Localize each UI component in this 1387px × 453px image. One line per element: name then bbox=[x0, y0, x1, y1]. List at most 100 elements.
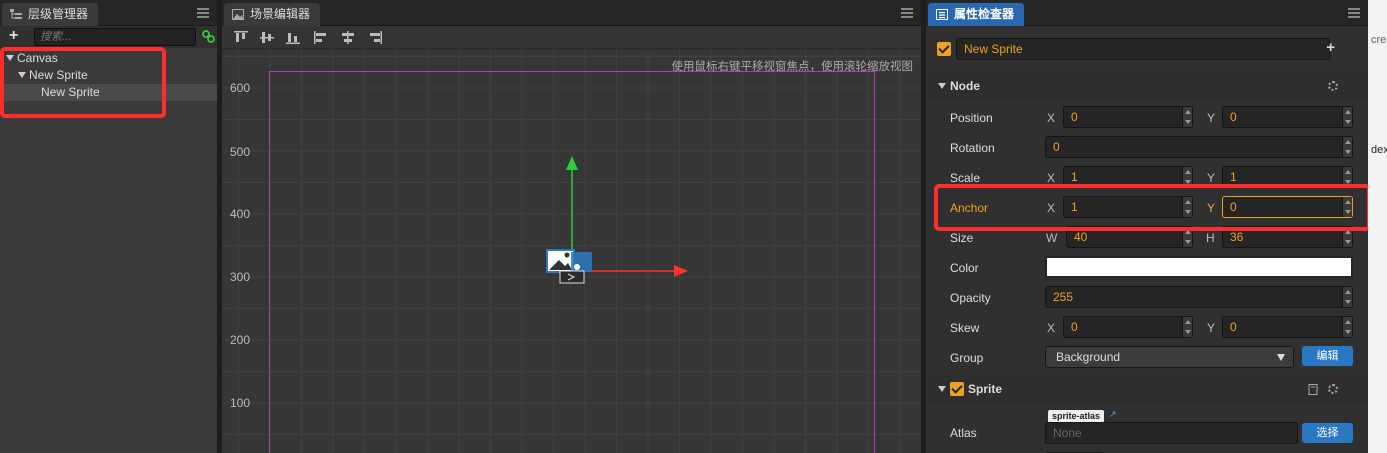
align-hcenter-icon[interactable] bbox=[341, 31, 355, 44]
position-x-value: 0 bbox=[1071, 110, 1078, 124]
size-h-value: 36 bbox=[1230, 230, 1244, 244]
anchor-x-value: 1 bbox=[1071, 200, 1078, 214]
spinner-icon[interactable] bbox=[1342, 227, 1352, 247]
search-input[interactable]: 搜索... bbox=[34, 28, 196, 46]
spinner-icon[interactable] bbox=[1182, 317, 1192, 337]
align-left-icon[interactable] bbox=[314, 31, 328, 44]
y-axis-label: 500 bbox=[230, 145, 251, 159]
sprite-section-header[interactable]: Sprite bbox=[926, 375, 1368, 403]
caret-down-icon[interactable] bbox=[18, 72, 26, 78]
size-w-label: W bbox=[1046, 231, 1058, 245]
position-y-value: 0 bbox=[1230, 110, 1237, 124]
caret-down-icon[interactable] bbox=[6, 55, 14, 61]
skew-x-input[interactable]: 0 bbox=[1063, 316, 1193, 338]
align-vcenter-icon[interactable] bbox=[260, 31, 274, 44]
tab-hierarchy-label: 层级管理器 bbox=[28, 7, 89, 21]
sprite-gizmo[interactable] bbox=[532, 150, 707, 290]
caret-down-icon[interactable] bbox=[938, 83, 946, 89]
hierarchy-panel: 层级管理器 + 搜索... Canvas New Sprite New Spri… bbox=[0, 0, 217, 453]
position-x-label: X bbox=[1047, 111, 1056, 125]
opacity-label: Opacity bbox=[950, 291, 991, 305]
tab-hierarchy[interactable]: 层级管理器 bbox=[2, 3, 99, 26]
node-name-field[interactable]: New Sprite bbox=[956, 38, 1330, 60]
skew-x-value: 0 bbox=[1071, 320, 1078, 334]
tree-item-canvas[interactable]: Canvas bbox=[0, 50, 217, 67]
skew-y-value: 0 bbox=[1230, 320, 1237, 334]
add-node-button[interactable]: + bbox=[9, 28, 18, 44]
scale-y-label: Y bbox=[1207, 171, 1216, 185]
anchor-y-input[interactable]: 0 bbox=[1222, 196, 1353, 218]
hierarchy-menu-icon[interactable] bbox=[197, 8, 209, 18]
spinner-icon[interactable] bbox=[1342, 317, 1352, 337]
size-w-input[interactable]: 40 bbox=[1066, 226, 1193, 248]
skew-y-input[interactable]: 0 bbox=[1222, 316, 1353, 338]
group-select[interactable]: Background bbox=[1045, 346, 1294, 368]
position-x-input[interactable]: 0 bbox=[1063, 106, 1193, 128]
align-right-icon[interactable] bbox=[368, 31, 382, 44]
gear-icon[interactable] bbox=[1328, 384, 1338, 394]
position-y-label: Y bbox=[1207, 111, 1216, 125]
atlas-row: Atlas sprite-atlas ↗ None 选择 bbox=[926, 409, 1368, 450]
rotation-row: Rotation 0 bbox=[926, 134, 1368, 162]
tree-item-new-sprite-child[interactable]: New Sprite bbox=[0, 84, 217, 101]
align-bottom-icon[interactable] bbox=[286, 31, 300, 44]
atlas-field[interactable]: None bbox=[1045, 422, 1298, 444]
sprite-label-box bbox=[559, 270, 585, 284]
group-row: Group Background 编辑 bbox=[926, 344, 1368, 372]
gear-icon[interactable] bbox=[1328, 81, 1338, 91]
group-edit-button[interactable]: 编辑 bbox=[1302, 346, 1353, 366]
spinner-icon[interactable] bbox=[1342, 167, 1352, 187]
inspector-menu-icon[interactable] bbox=[1348, 8, 1360, 18]
position-y-input[interactable]: 0 bbox=[1222, 106, 1353, 128]
skew-row: Skew X 0 Y 0 bbox=[926, 314, 1368, 342]
chevron-down-icon[interactable] bbox=[1277, 354, 1285, 361]
spinner-icon[interactable] bbox=[1182, 167, 1192, 187]
sprite-enabled-checkbox[interactable] bbox=[950, 382, 964, 396]
rotation-input[interactable]: 0 bbox=[1045, 136, 1353, 158]
atlas-label: Atlas bbox=[950, 426, 977, 440]
spinner-icon[interactable] bbox=[1182, 197, 1192, 217]
scale-y-input[interactable]: 1 bbox=[1222, 166, 1353, 188]
spinner-icon[interactable] bbox=[1182, 107, 1192, 127]
spinner-icon[interactable] bbox=[1342, 287, 1352, 307]
inspector-list-icon bbox=[936, 9, 948, 20]
y-axis-label: 600 bbox=[230, 81, 251, 95]
inspector-tabbar: 属性检查器 bbox=[926, 0, 1368, 26]
size-row: Size W 40 H 36 bbox=[926, 224, 1368, 252]
y-axis-label: 100 bbox=[230, 396, 251, 410]
external-link-icon[interactable]: ↗ bbox=[1109, 409, 1117, 420]
color-swatch[interactable] bbox=[1045, 256, 1353, 278]
book-icon[interactable] bbox=[1308, 384, 1318, 395]
size-h-input[interactable]: 36 bbox=[1222, 226, 1353, 248]
spinner-icon[interactable] bbox=[1342, 137, 1352, 157]
scale-x-input[interactable]: 1 bbox=[1063, 166, 1193, 188]
spinner-icon[interactable] bbox=[1342, 107, 1352, 127]
add-component-button[interactable]: + bbox=[1326, 39, 1335, 56]
node-active-checkbox[interactable] bbox=[937, 42, 951, 56]
scene-menu-icon[interactable] bbox=[901, 8, 913, 18]
anchor-x-input[interactable]: 1 bbox=[1063, 196, 1193, 218]
hierarchy-toolbar: + 搜索... bbox=[0, 26, 217, 48]
node-section-title: Node bbox=[950, 79, 980, 93]
image-icon bbox=[232, 9, 244, 20]
tab-inspector[interactable]: 属性检查器 bbox=[928, 3, 1025, 26]
anchor-label: Anchor bbox=[950, 201, 989, 215]
arrow-up-icon[interactable] bbox=[566, 156, 578, 170]
caret-down-icon[interactable] bbox=[938, 386, 946, 392]
arrow-right-icon[interactable] bbox=[674, 265, 688, 277]
node-section-header[interactable]: Node bbox=[926, 72, 1368, 100]
link-icon[interactable] bbox=[202, 30, 215, 43]
spinner-icon[interactable] bbox=[1182, 227, 1192, 247]
tab-scene[interactable]: 场景编辑器 bbox=[224, 3, 321, 26]
position-row: Position X 0 Y 0 bbox=[926, 104, 1368, 132]
skew-y-label: Y bbox=[1207, 321, 1216, 335]
color-label: Color bbox=[950, 261, 979, 275]
spinner-icon[interactable] bbox=[1342, 197, 1352, 217]
scene-viewport[interactable]: 使用鼠标右键平移视窗焦点，使用滚轮缩放视图 600 500 400 300 20… bbox=[222, 50, 921, 453]
inspector-body: New Sprite + Node Position X 0 Y 0 Rotat… bbox=[926, 26, 1368, 453]
opacity-input[interactable]: 255 bbox=[1045, 286, 1353, 308]
tree-item-new-sprite-parent[interactable]: New Sprite bbox=[0, 67, 217, 84]
tab-scene-label: 场景编辑器 bbox=[250, 7, 311, 21]
atlas-select-button[interactable]: 选择 bbox=[1302, 423, 1353, 443]
align-top-icon[interactable] bbox=[234, 31, 248, 44]
